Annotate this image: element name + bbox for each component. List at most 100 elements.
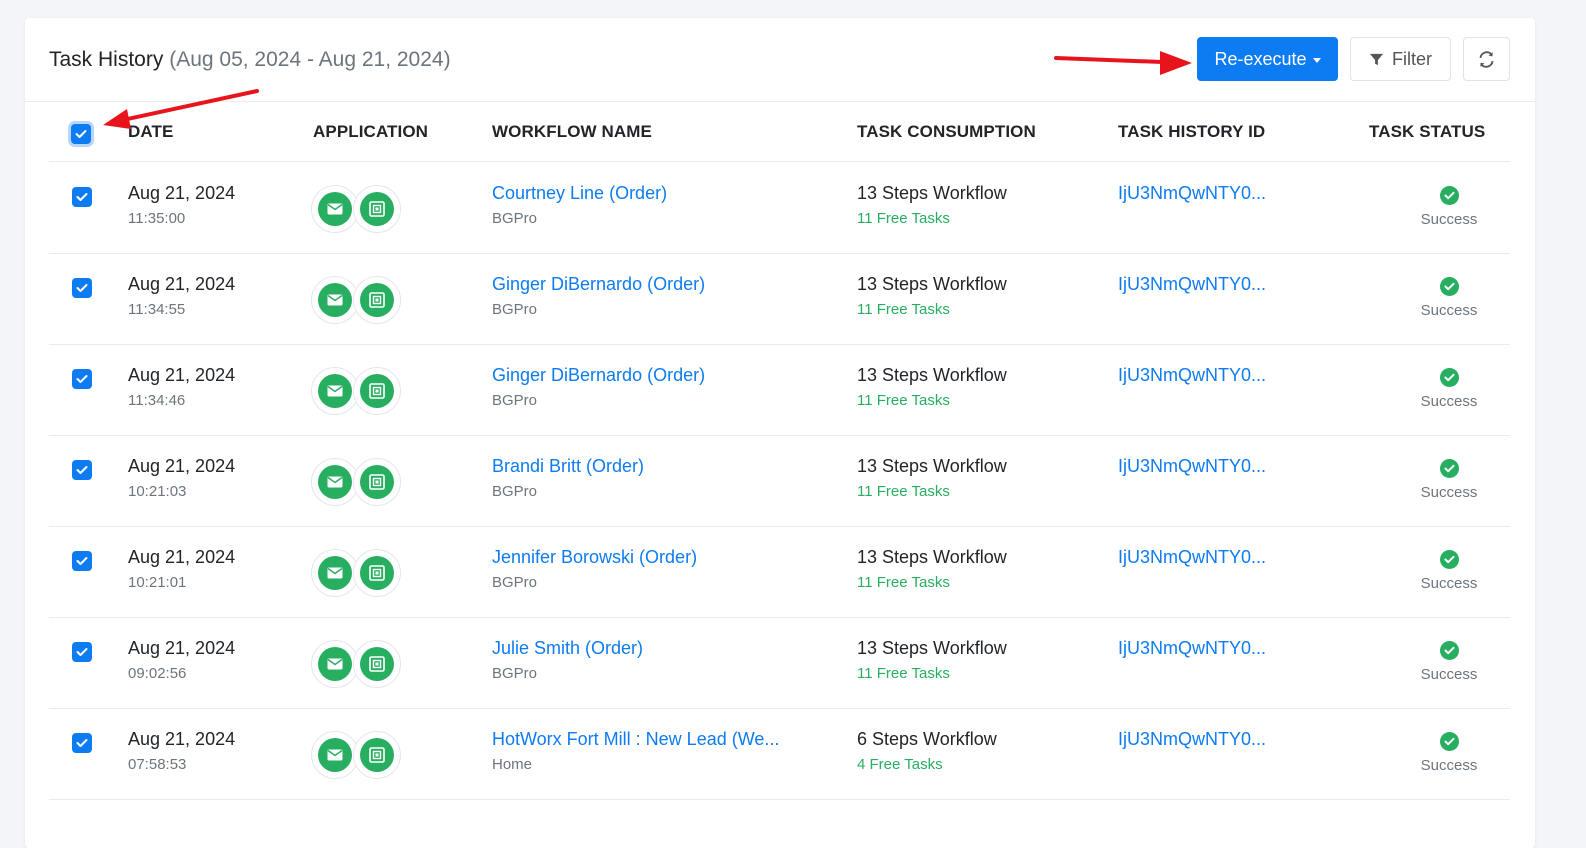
task-steps: 13 Steps Workflow — [857, 547, 1007, 567]
app-frame-icon — [369, 747, 385, 763]
workflow-name-link[interactable]: Jennifer Borowski (Order) — [492, 547, 697, 568]
column-header-application[interactable]: APPLICATION — [313, 122, 428, 142]
email-app-badge[interactable] — [311, 549, 359, 597]
column-header-workflow-name[interactable]: WORKFLOW NAME — [492, 122, 652, 142]
task-history-id-link[interactable]: IjU3NmQwNTY0... — [1118, 547, 1266, 568]
task-status: Success — [1389, 186, 1509, 228]
table-row[interactable]: Aug 21, 2024 11:35:00 Courtney Line (Ord… — [49, 163, 1510, 254]
app-frame-badge[interactable] — [353, 367, 401, 415]
row-checkbox[interactable] — [72, 187, 92, 207]
task-history-id-link[interactable]: IjU3NmQwNTY0... — [1118, 183, 1266, 204]
task-history-card: Task History (Aug 05, 2024 - Aug 21, 202… — [25, 18, 1535, 848]
workflow-folder: BGPro — [492, 665, 538, 682]
email-app-badge[interactable] — [311, 458, 359, 506]
row-applications — [311, 276, 411, 324]
check-circle-icon — [1439, 277, 1459, 296]
app-frame-badge[interactable] — [353, 549, 401, 597]
table-row[interactable]: Aug 21, 2024 10:21:01 Jennifer Borowski … — [49, 527, 1510, 618]
app-frame-badge[interactable] — [353, 185, 401, 233]
row-time: 11:34:46 — [128, 392, 186, 409]
status-label: Success — [1420, 211, 1478, 228]
select-all-checkbox[interactable] — [71, 124, 91, 144]
table-row[interactable]: Aug 21, 2024 11:34:55 Ginger DiBernardo … — [49, 254, 1510, 345]
free-tasks: 4 Free Tasks — [857, 756, 943, 773]
table-row[interactable]: Aug 21, 2024 07:58:53 HotWorx Fort Mill … — [49, 709, 1510, 800]
app-frame-badge[interactable] — [353, 731, 401, 779]
task-steps: 13 Steps Workflow — [857, 365, 1007, 385]
task-history-id-link[interactable]: IjU3NmQwNTY0... — [1118, 274, 1266, 295]
caret-down-icon — [1312, 57, 1321, 63]
task-steps: 13 Steps Workflow — [857, 274, 1007, 294]
row-checkbox[interactable] — [72, 460, 92, 480]
app-frame-icon — [369, 201, 385, 217]
table-row[interactable]: Aug 21, 2024 09:02:56 Julie Smith (Order… — [49, 618, 1510, 709]
table-row[interactable]: Aug 21, 2024 11:34:46 Ginger DiBernardo … — [49, 345, 1510, 436]
row-checkbox[interactable] — [72, 551, 92, 571]
app-frame-icon — [369, 292, 385, 308]
re-execute-button[interactable]: Re-execute — [1197, 37, 1338, 81]
status-label: Success — [1420, 302, 1478, 319]
task-status: Success — [1389, 732, 1509, 774]
row-time: 11:34:55 — [128, 301, 186, 318]
task-history-id-link[interactable]: IjU3NmQwNTY0... — [1118, 365, 1266, 386]
workflow-name-link[interactable]: HotWorx Fort Mill : New Lead (We... — [492, 729, 779, 750]
email-app-badge[interactable] — [311, 276, 359, 324]
row-date: Aug 21, 2024 — [128, 456, 236, 476]
workflow-folder: Home — [492, 756, 533, 773]
row-date: Aug 21, 2024 — [128, 274, 236, 294]
app-frame-icon — [369, 474, 385, 490]
workflow-name-link[interactable]: Julie Smith (Order) — [492, 638, 643, 659]
task-history-id-link[interactable]: IjU3NmQwNTY0... — [1118, 456, 1266, 477]
status-label: Success — [1420, 393, 1478, 410]
email-icon — [327, 658, 343, 670]
column-header-task-history-id[interactable]: TASK HISTORY ID — [1118, 122, 1265, 142]
row-time: 07:58:53 — [128, 756, 187, 773]
row-checkbox[interactable] — [72, 642, 92, 662]
task-history-id-link[interactable]: IjU3NmQwNTY0... — [1118, 729, 1266, 750]
app-frame-icon — [369, 656, 385, 672]
workflow-name-link[interactable]: Ginger DiBernardo (Order) — [492, 274, 705, 295]
task-status: Success — [1389, 277, 1509, 319]
table-body: Aug 21, 2024 11:35:00 Courtney Line (Ord… — [49, 163, 1510, 800]
refresh-icon — [1479, 50, 1494, 68]
email-app-badge[interactable] — [311, 367, 359, 415]
row-time: 11:35:00 — [128, 210, 186, 227]
task-history-id-link[interactable]: IjU3NmQwNTY0... — [1118, 638, 1266, 659]
refresh-button[interactable] — [1463, 37, 1510, 81]
table-row[interactable]: Aug 21, 2024 10:21:03 Brandi Britt (Orde… — [49, 436, 1510, 527]
row-checkbox[interactable] — [72, 369, 92, 389]
workflow-name-link[interactable]: Ginger DiBernardo (Order) — [492, 365, 705, 386]
app-frame-badge[interactable] — [353, 640, 401, 688]
filter-button[interactable]: Filter — [1350, 37, 1451, 81]
email-app-badge[interactable] — [311, 185, 359, 233]
workflow-name-link[interactable]: Brandi Britt (Order) — [492, 456, 644, 477]
row-date: Aug 21, 2024 — [128, 729, 236, 749]
task-status: Success — [1389, 368, 1509, 410]
workflow-name-link[interactable]: Courtney Line (Order) — [492, 183, 667, 204]
email-app-badge[interactable] — [311, 640, 359, 688]
row-checkbox[interactable] — [72, 278, 92, 298]
task-status: Success — [1389, 459, 1509, 501]
email-app-badge[interactable] — [311, 731, 359, 779]
check-circle-icon — [1439, 368, 1459, 387]
column-header-task-status[interactable]: TASK STATUS — [1369, 122, 1485, 142]
row-date: Aug 21, 2024 — [128, 638, 236, 658]
row-applications — [311, 367, 411, 415]
task-status: Success — [1389, 550, 1509, 592]
task-steps: 13 Steps Workflow — [857, 183, 1007, 203]
filter-icon — [1369, 53, 1384, 65]
checkmark-icon — [76, 284, 88, 292]
check-circle-icon — [1439, 459, 1459, 478]
status-label: Success — [1420, 484, 1478, 501]
workflow-folder: BGPro — [492, 392, 538, 409]
app-frame-icon — [369, 383, 385, 399]
check-circle-icon — [1439, 550, 1459, 569]
row-time: 10:21:03 — [128, 483, 187, 500]
task-steps: 13 Steps Workflow — [857, 638, 1007, 658]
app-frame-badge[interactable] — [353, 276, 401, 324]
row-applications — [311, 549, 411, 597]
app-frame-badge[interactable] — [353, 458, 401, 506]
row-checkbox[interactable] — [72, 733, 92, 753]
column-header-task-consumption[interactable]: TASK CONSUMPTION — [857, 122, 1036, 142]
column-header-date[interactable]: DATE — [128, 122, 173, 142]
